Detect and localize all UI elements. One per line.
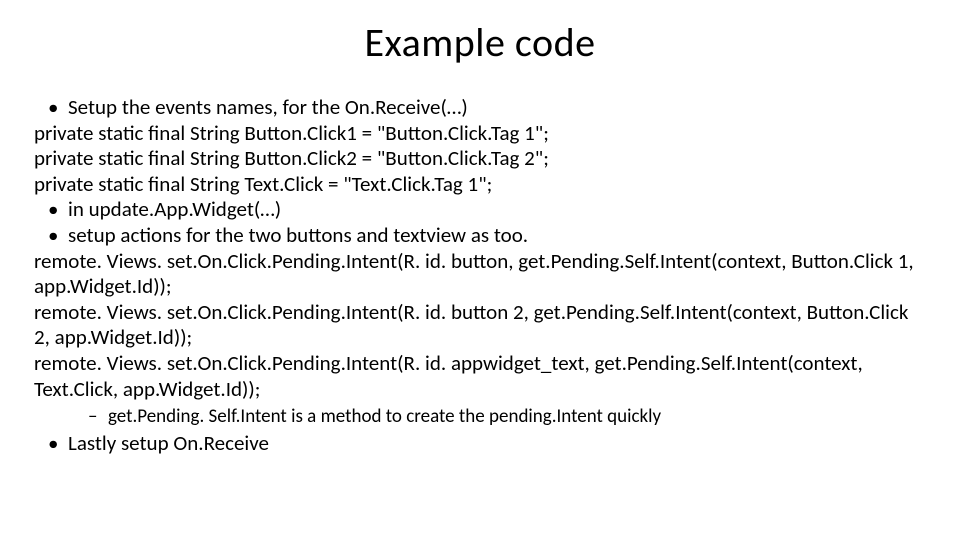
bullet-item: setup actions for the two buttons and te… xyxy=(34,223,926,249)
code-line: private static final String Button.Click… xyxy=(34,146,926,172)
code-line: private static final String Text.Click =… xyxy=(34,172,926,198)
bullet-item: Setup the events names, for the On.Recei… xyxy=(34,95,926,121)
bullet-item: Lastly setup On.Receive xyxy=(34,431,926,457)
bullet-item: in update.App.Widget(…) xyxy=(34,197,926,223)
slide-title: Example code xyxy=(0,18,960,67)
code-line: private static final String Button.Click… xyxy=(34,121,926,147)
code-line: remote. Views. set.On.Click.Pending.Inte… xyxy=(34,300,926,351)
slide-body: Setup the events names, for the On.Recei… xyxy=(0,95,960,457)
code-line: remote. Views. set.On.Click.Pending.Inte… xyxy=(34,351,926,402)
sub-bullet-item: get.Pending. Self.Intent is a method to … xyxy=(34,405,926,428)
code-line: remote. Views. set.On.Click.Pending.Inte… xyxy=(34,249,926,300)
